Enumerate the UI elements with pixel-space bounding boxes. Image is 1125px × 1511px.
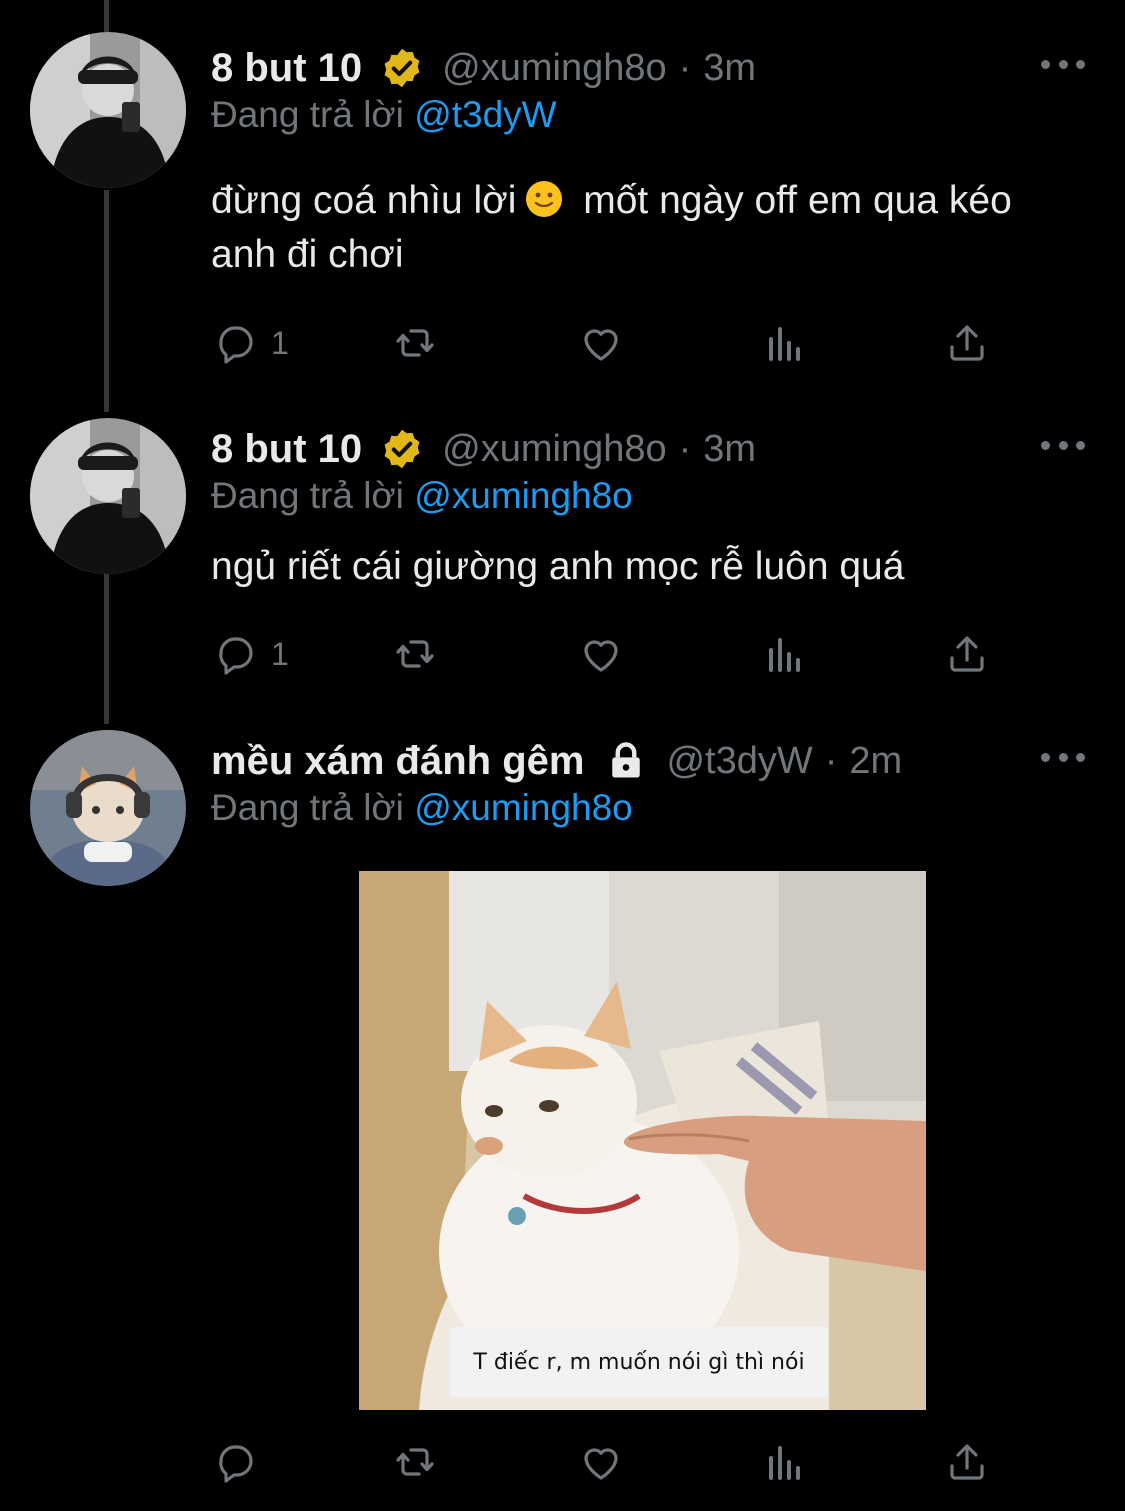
reply-button[interactable]: 1 [211,318,289,368]
more-options-icon[interactable] [1041,435,1085,455]
reply-count: 1 [271,324,289,361]
separator-dot: · [824,739,838,782]
timestamp[interactable]: 3m [703,428,756,471]
slightly-smiling-face-emoji [524,179,564,219]
views-button[interactable] [761,318,809,368]
heart-icon [584,329,618,361]
lock-icon [604,739,648,783]
like-button[interactable] [577,318,625,368]
tweet-thread: 8 but 10 @xumingh8o · 3m Đang trả lời @t… [0,0,1125,1511]
reply-count: 1 [271,635,289,672]
replying-to-label: Đang trả lời [211,475,404,516]
views-icon [769,638,800,672]
reply-button[interactable] [211,1437,271,1487]
thread-line [104,0,109,32]
replying-to-label: Đang trả lời [211,787,404,828]
heart-icon [584,1448,618,1480]
views-button[interactable] [761,1437,809,1487]
share-icon [950,636,984,672]
share-icon [950,1444,984,1480]
replying-to-mention[interactable]: @t3dyW [414,94,556,135]
timestamp[interactable]: 3m [703,47,756,90]
verified-gold-icon [380,46,424,90]
share-button[interactable] [943,1437,991,1487]
reply-icon [219,1445,253,1483]
retweet-button[interactable] [391,629,439,679]
tweet-text-part: đừng coá nhìu lời [211,179,517,222]
display-name[interactable]: mều xám đánh gêm [211,739,584,784]
more-options-icon[interactable] [1041,747,1085,767]
share-button[interactable] [943,629,991,679]
retweet-button[interactable] [391,318,439,368]
user-handle[interactable]: @xumingh8o [442,428,666,471]
thread-line [104,190,109,412]
heart-icon [584,640,618,672]
thread-line [104,574,109,724]
replying-to-mention[interactable]: @xumingh8o [414,475,633,516]
user-handle[interactable]: @xumingh8o [442,47,666,90]
tweet-actions: 1 [211,629,1011,679]
replying-to-mention[interactable]: @xumingh8o [414,787,633,828]
replying-to: Đang trả lời @xumingh8o [211,787,633,829]
tweet-header: 8 but 10 @xumingh8o · 3m [211,421,1035,477]
views-button[interactable] [761,629,809,679]
tweet-header: 8 but 10 @xumingh8o · 3m [211,40,1035,96]
user-handle[interactable]: @t3dyW [666,740,812,783]
display-name[interactable]: 8 but 10 [211,427,362,472]
share-button[interactable] [943,318,991,368]
retweet-icon [396,640,434,668]
like-button[interactable] [577,629,625,679]
timestamp[interactable]: 2m [849,740,902,783]
replying-to-label: Đang trả lời [211,94,404,135]
more-options-icon[interactable] [1041,54,1085,74]
reply-icon [219,637,253,675]
separator-dot: · [678,427,692,470]
replying-to: Đang trả lời @xumingh8o [211,475,633,517]
avatar[interactable] [30,418,186,574]
replying-to: Đang trả lời @t3dyW [211,94,557,136]
display-name[interactable]: 8 but 10 [211,46,362,91]
tweet-actions [211,1437,1011,1487]
avatar[interactable] [30,32,186,188]
meme-caption: T điếc r, m muốn nói gì thì nói [450,1327,828,1397]
like-button[interactable] [577,1437,625,1487]
retweet-button[interactable] [391,1437,439,1487]
tweet-text: đừng coá nhìu lời mốt ngày off em qua ké… [211,174,1081,282]
tweet-actions: 1 [211,318,1011,368]
verified-gold-icon [380,427,424,471]
retweet-icon [396,329,434,357]
views-icon [769,1446,800,1480]
tweet-media-image[interactable]: T điếc r, m muốn nói gì thì nói [359,871,926,1410]
avatar[interactable] [30,730,186,886]
share-icon [950,325,984,361]
reply-icon [219,326,253,364]
tweet-text: ngủ riết cái giường anh mọc rễ luôn quá [211,540,1081,594]
tweet-text-part: ngủ riết cái giường anh mọc rễ luôn quá [211,545,905,588]
views-icon [769,327,800,361]
retweet-icon [396,1448,434,1476]
tweet-header: mều xám đánh gêm @t3dyW · 2m [211,733,1035,789]
reply-button[interactable]: 1 [211,629,289,679]
separator-dot: · [678,46,692,89]
